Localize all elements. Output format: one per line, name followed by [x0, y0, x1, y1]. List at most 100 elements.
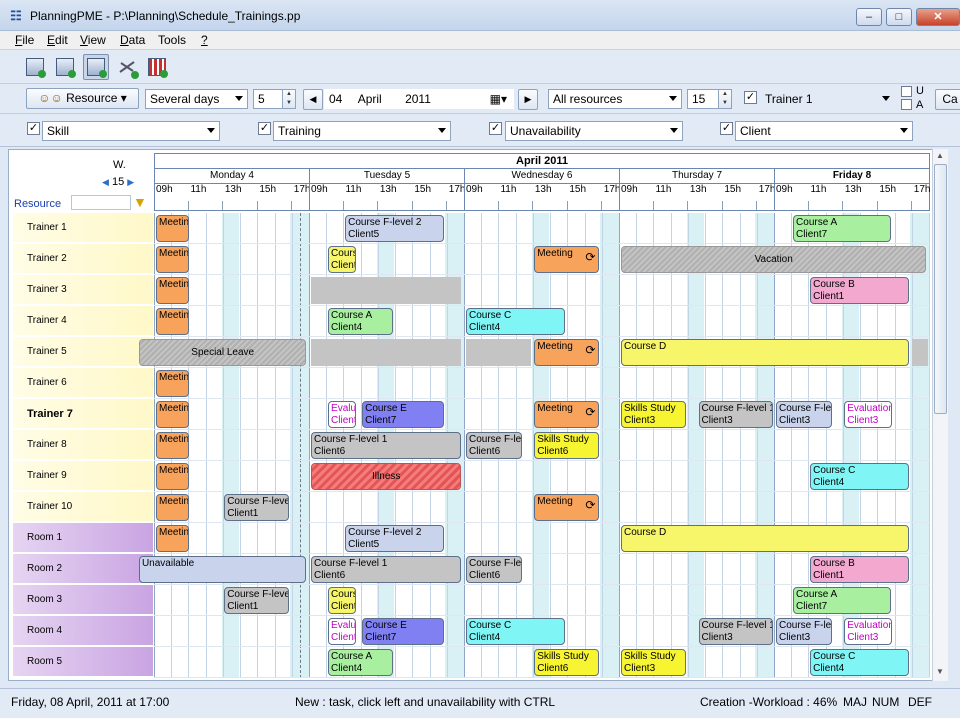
toolbar-resource-view-button[interactable]: [22, 54, 48, 80]
vertical-scrollbar[interactable]: ▲ ▼: [932, 149, 948, 681]
schedule-event[interactable]: CoursClient2: [328, 587, 357, 614]
resource-row-trainer-6[interactable]: Trainer 6: [13, 368, 153, 398]
training-filter-checkbox[interactable]: ✓: [258, 122, 271, 135]
resource-row-trainer-4[interactable]: Trainer 4: [13, 306, 153, 336]
schedule-event[interactable]: [311, 277, 462, 304]
schedule-event[interactable]: Course C Client4: [810, 649, 910, 676]
period-select[interactable]: Several days: [145, 89, 248, 109]
menu-edit[interactable]: Edit: [47, 33, 68, 47]
resource-row-trainer-10[interactable]: Trainer 10: [13, 492, 153, 522]
schedule-event[interactable]: Course D: [621, 525, 910, 552]
calendar-body[interactable]: Meetin Course F-level 2 Client5 Course A Cli…: [138, 213, 930, 680]
schedule-event[interactable]: Skills Study Client3: [621, 649, 687, 676]
schedule-event[interactable]: Meetin: [156, 215, 189, 242]
days-count-input[interactable]: 5: [253, 89, 283, 109]
schedule-event[interactable]: Course F-level 1 Client6: [311, 432, 462, 459]
maximize-button[interactable]: □: [886, 8, 912, 26]
schedule-event[interactable]: CoursClient2: [328, 246, 357, 273]
resource-row-trainer-9[interactable]: Trainer 9: [13, 461, 153, 491]
resources-count-input[interactable]: 15: [687, 89, 719, 109]
schedule-event[interactable]: Course C Client4: [466, 618, 566, 645]
schedule-event[interactable]: Course F-level 2 Client5: [345, 525, 445, 552]
resource-row-trainer-5[interactable]: Trainer 5: [13, 337, 153, 367]
schedule-event[interactable]: Meetin: [156, 525, 189, 552]
schedule-event[interactable]: Meetin: [156, 277, 189, 304]
schedule-event[interactable]: Course F-leve Client1: [224, 494, 290, 521]
schedule-event[interactable]: Meetin: [156, 463, 189, 490]
toolbar-calendar-button[interactable]: [144, 54, 170, 80]
schedule-event[interactable]: Course F-le Client6: [466, 556, 522, 583]
schedule-event[interactable]: Evaluation Client3: [844, 401, 893, 428]
filter-icon[interactable]: ▼: [133, 194, 147, 210]
schedule-event[interactable]: Course C Client4: [810, 463, 910, 490]
trainer-filter-select[interactable]: Trainer 1: [760, 89, 895, 109]
schedule-event[interactable]: Course A Client4: [328, 308, 394, 335]
menu-file[interactable]: File: [15, 33, 34, 47]
close-button[interactable]: ✕: [916, 8, 960, 26]
u-checkbox[interactable]: [901, 86, 912, 97]
schedule-event[interactable]: Skills Study Client6: [534, 432, 600, 459]
toolbar-add-task-button[interactable]: [83, 54, 109, 80]
menu-view[interactable]: View: [80, 33, 106, 47]
resources-count-spinner[interactable]: ▲ ▼: [718, 89, 732, 109]
schedule-event[interactable]: [466, 339, 532, 366]
schedule-event[interactable]: Course F-le Client6: [466, 432, 522, 459]
schedule-event[interactable]: Meetin: [156, 432, 189, 459]
client-filter-select[interactable]: Client: [735, 121, 913, 141]
next-week-icon[interactable]: ▶: [127, 177, 134, 187]
schedule-event[interactable]: Special Leave: [138, 339, 307, 366]
schedule-event[interactable]: Course F-le Client3: [776, 618, 832, 645]
scroll-down-icon[interactable]: ▼: [936, 667, 944, 676]
schedule-event[interactable]: Course F-level 1 Client3: [698, 618, 773, 645]
schedule-event[interactable]: Meetin: [156, 246, 189, 273]
resource-search-input[interactable]: [71, 195, 131, 210]
resource-row-room-3[interactable]: Room 3: [13, 585, 153, 615]
schedule-event[interactable]: [311, 339, 462, 366]
schedule-event[interactable]: Course A Client7: [793, 587, 891, 614]
schedule-event[interactable]: Meetin: [156, 401, 189, 428]
resource-row-room-2[interactable]: Room 2: [13, 554, 153, 584]
schedule-event[interactable]: Meeting ⟳: [534, 246, 600, 273]
resource-row-trainer-8[interactable]: Trainer 8: [13, 430, 153, 460]
schedule-event[interactable]: Meetin: [156, 308, 189, 335]
schedule-event[interactable]: Skills Study Client3: [621, 401, 687, 428]
schedule-event[interactable]: Meetin: [156, 370, 189, 397]
toolbar-task-view-button[interactable]: [52, 54, 78, 80]
schedule-event[interactable]: [912, 339, 928, 366]
minimize-button[interactable]: –: [856, 8, 882, 26]
schedule-event[interactable]: Course F-level 1 Client3: [698, 401, 773, 428]
toolbar-link-button[interactable]: [114, 54, 140, 80]
skill-filter-checkbox[interactable]: ✓: [27, 122, 40, 135]
menu-help[interactable]: ?: [201, 33, 208, 47]
schedule-event[interactable]: EvaluClient7: [328, 618, 357, 645]
schedule-event[interactable]: Course E Client7: [362, 401, 445, 428]
resource-row-room-1[interactable]: Room 1: [13, 523, 153, 553]
resource-row-trainer-3[interactable]: Trainer 3: [13, 275, 153, 305]
menu-data[interactable]: Data: [120, 33, 145, 47]
schedule-event[interactable]: Course A Client4: [328, 649, 394, 676]
days-count-spinner[interactable]: ▲ ▼: [282, 89, 296, 109]
schedule-event[interactable]: Evalu Client: [328, 401, 357, 428]
resource-row-trainer-1[interactable]: Trainer 1: [13, 213, 153, 243]
client-filter-checkbox[interactable]: ✓: [720, 122, 733, 135]
prev-week-icon[interactable]: ◀: [102, 177, 109, 187]
schedule-event[interactable]: Meeting ⟳: [534, 494, 600, 521]
schedule-event[interactable]: Course B Client1: [810, 277, 910, 304]
resource-button[interactable]: ☺☺ Resource ▾: [26, 88, 139, 109]
schedule-event[interactable]: Course A Client7: [793, 215, 891, 242]
schedule-event[interactable]: Course F-leve Client1: [224, 587, 290, 614]
schedule-event[interactable]: Course E Client7: [362, 618, 445, 645]
schedule-event[interactable]: Meeting ⟳: [534, 401, 600, 428]
next-date-button[interactable]: ▶: [518, 89, 538, 110]
unavailability-filter-select[interactable]: Unavailability: [505, 121, 683, 141]
schedule-event[interactable]: Course F-level 2 Client5: [345, 215, 445, 242]
ca-button[interactable]: Ca: [935, 89, 960, 110]
a-checkbox[interactable]: [901, 99, 912, 110]
schedule-event[interactable]: Meeting ⟳: [534, 339, 600, 366]
schedule-event[interactable]: Course F-level 1 Client6: [311, 556, 462, 583]
resource-row-trainer-7[interactable]: Trainer 7: [13, 399, 153, 429]
trainer-filter-checkbox[interactable]: ✓: [744, 91, 757, 104]
menu-tools[interactable]: Tools: [158, 33, 186, 47]
schedule-event[interactable]: Vacation: [621, 246, 927, 273]
resource-row-trainer-2[interactable]: Trainer 2: [13, 244, 153, 274]
